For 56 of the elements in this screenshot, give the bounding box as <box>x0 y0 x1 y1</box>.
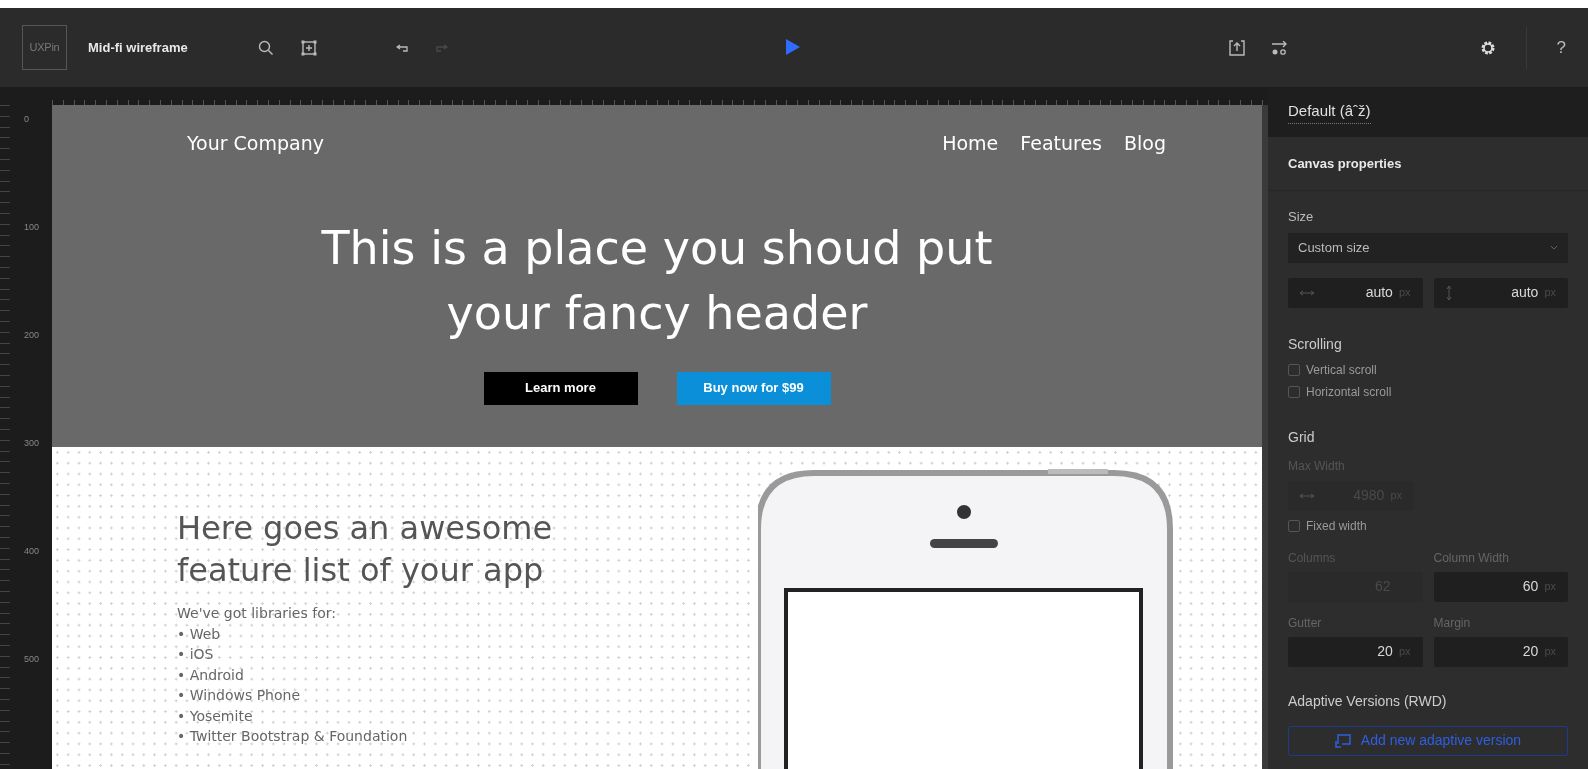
field-label: Margin <box>1433 614 1472 632</box>
feature-item: • Yosemite <box>177 706 254 726</box>
cta-button[interactable]: Buy now for $99 <box>676 371 831 405</box>
play-icon[interactable] <box>786 39 800 55</box>
chevron-down-icon <box>1550 245 1558 250</box>
checkbox[interactable] <box>1288 363 1300 376</box>
ruler-label: 500 <box>24 654 40 664</box>
nav-link[interactable]: Blog <box>1124 129 1166 158</box>
feature-intro: We've got libraries for: <box>177 604 337 623</box>
hero-headline: This is a place you shoud put your fancy header <box>320 219 994 342</box>
ruler-label: 300 <box>24 438 40 448</box>
field-label: Gutter <box>1288 614 1323 632</box>
section-title: Canvas properties <box>1288 154 1402 173</box>
field-value: auto <box>1511 283 1539 302</box>
field-value: 60 <box>1522 577 1539 596</box>
ruler-label: 400 <box>24 546 40 556</box>
version-selector[interactable]: Default (âˆž) <box>1288 100 1371 124</box>
frame-add-icon[interactable] <box>300 39 317 56</box>
field-value: auto <box>1365 283 1393 302</box>
feature-item: • Web <box>177 624 222 644</box>
interactions-icon[interactable] <box>1270 40 1289 55</box>
feature-item: • Windows Phone <box>177 686 302 705</box>
group-label: Grid <box>1288 427 1316 447</box>
size-select[interactable]: Custom size <box>1288 232 1568 263</box>
scrollbar[interactable] <box>1262 105 1268 769</box>
feature-heading: Here goes an awesome feature list of your app <box>177 508 554 591</box>
feature-item: • Android <box>177 665 245 685</box>
field-label: Column Width <box>1433 549 1510 567</box>
horizontal-arrows-icon <box>1300 492 1314 499</box>
group-label: Scrolling <box>1288 334 1343 354</box>
nav-link[interactable]: Features <box>1020 129 1102 158</box>
group-label: Size <box>1288 208 1315 226</box>
screen-icon <box>1334 733 1351 748</box>
vertical-arrows-icon <box>1445 285 1452 300</box>
ruler-label: 100 <box>24 222 40 232</box>
checkbox-label: Vertical scroll <box>1306 361 1377 379</box>
horizontal-arrows-icon <box>1300 289 1314 296</box>
checkbox-label: Horizontal scroll <box>1306 383 1392 401</box>
feature-item: • iOS <box>177 645 215 664</box>
checkbox[interactable] <box>1288 519 1300 532</box>
checkbox-label: Fixed width <box>1306 517 1367 535</box>
nav-link[interactable]: Home <box>942 129 999 158</box>
brand-name: Your Company <box>187 131 324 156</box>
ruler-label: 200 <box>24 330 40 340</box>
help-button[interactable]: ? <box>1556 34 1566 61</box>
checkbox[interactable] <box>1288 385 1300 398</box>
field-value: 20 <box>1377 642 1393 661</box>
field-value: 20 <box>1522 642 1539 661</box>
ruler-label: 0 <box>24 114 29 124</box>
export-icon[interactable] <box>1228 39 1245 56</box>
project-title: Mid-fi wireframe <box>88 38 188 57</box>
feature-item: • Twitter Bootstrap & Foundation <box>177 727 409 746</box>
cta-button[interactable]: Learn more <box>483 371 638 405</box>
settings-icon[interactable] <box>1479 39 1496 56</box>
search-icon[interactable] <box>257 39 274 56</box>
group-label: Adaptive Versions (RWD) <box>1288 691 1448 711</box>
